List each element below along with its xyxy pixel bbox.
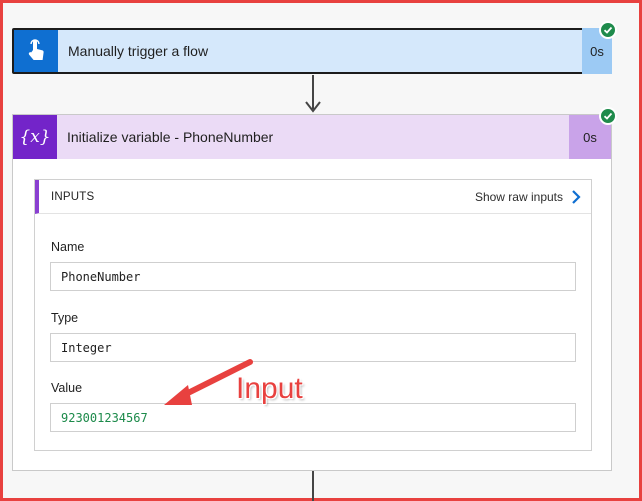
success-check-icon xyxy=(599,21,617,39)
name-field: PhoneNumber xyxy=(50,262,576,291)
success-check-icon xyxy=(599,107,617,125)
inputs-label: INPUTS xyxy=(51,190,95,203)
arrow-down-icon xyxy=(305,101,321,113)
trigger-action-card[interactable]: Manually trigger a flow 0s xyxy=(12,28,612,74)
show-raw-inputs-label: Show raw inputs xyxy=(474,189,563,204)
value-field: 923001234567 xyxy=(50,403,576,432)
type-field-label: Type xyxy=(51,311,79,325)
type-field: Integer xyxy=(50,333,576,362)
show-raw-inputs-link[interactable]: Show raw inputs xyxy=(475,189,581,205)
variable-card-title: Initialize variable - PhoneNumber xyxy=(67,129,274,145)
inputs-panel: INPUTS Show raw inputs Name PhoneNumber … xyxy=(34,179,592,451)
initialize-variable-card[interactable]: {x} Initialize variable - PhoneNumber 0s… xyxy=(12,114,612,471)
trigger-title: Manually trigger a flow xyxy=(68,43,209,59)
annotation-label: Input xyxy=(236,372,303,405)
variable-braces-icon: {x} xyxy=(13,115,57,159)
value-field-label: Value xyxy=(51,381,83,395)
name-field-label: Name xyxy=(51,240,85,254)
chevron-right-icon xyxy=(572,189,581,204)
flow-connector-bottom xyxy=(312,471,314,501)
inputs-header: INPUTS Show raw inputs xyxy=(35,180,591,214)
touch-hand-icon xyxy=(14,30,58,72)
variable-card-header[interactable]: {x} Initialize variable - PhoneNumber 0s xyxy=(13,115,611,159)
